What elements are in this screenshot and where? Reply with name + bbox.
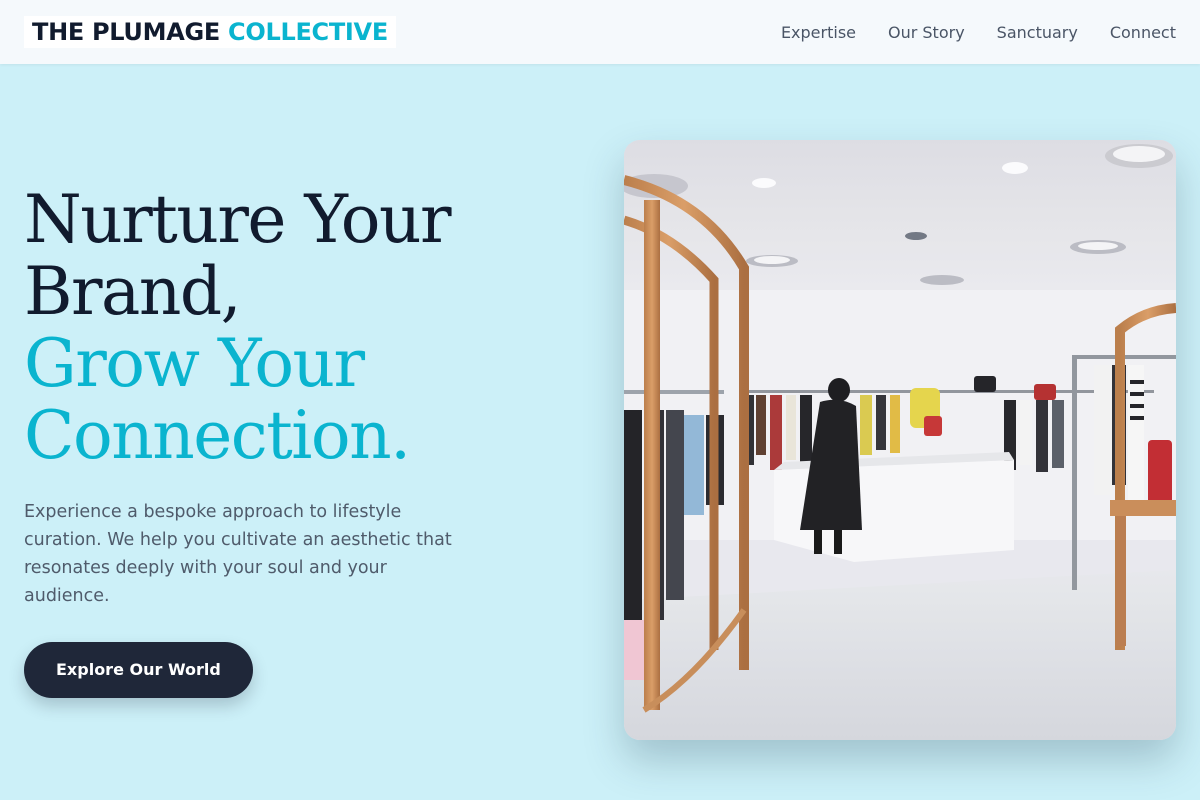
explore-our-world-button[interactable]: Explore Our World xyxy=(24,642,253,698)
hero-image xyxy=(624,140,1176,740)
headline-line-3: Grow Your xyxy=(24,325,365,402)
nav-link-connect[interactable]: Connect xyxy=(1110,23,1176,42)
site-header: THE PLUMAGE COLLECTIVE Expertise Our Sto… xyxy=(0,0,1200,64)
brand-logo[interactable]: THE PLUMAGE COLLECTIVE xyxy=(24,16,396,48)
headline-line-4: Connection. xyxy=(24,397,411,474)
main-nav: Expertise Our Story Sanctuary Connect xyxy=(781,23,1176,42)
hero-headline: Nurture Your Brand, Grow Your Connection… xyxy=(24,184,484,472)
headline-line-2: Brand, xyxy=(24,253,242,330)
logo-text-accent: COLLECTIVE xyxy=(228,18,388,46)
nav-link-expertise[interactable]: Expertise xyxy=(781,23,856,42)
hero-section: Nurture Your Brand, Grow Your Connection… xyxy=(24,184,484,698)
hero-description: Experience a bespoke approach to lifesty… xyxy=(24,502,452,606)
nav-link-our-story[interactable]: Our Story xyxy=(888,23,965,42)
logo-text-primary: THE PLUMAGE xyxy=(32,18,220,46)
nav-link-sanctuary[interactable]: Sanctuary xyxy=(997,23,1078,42)
headline-line-1: Nurture Your xyxy=(24,181,452,258)
